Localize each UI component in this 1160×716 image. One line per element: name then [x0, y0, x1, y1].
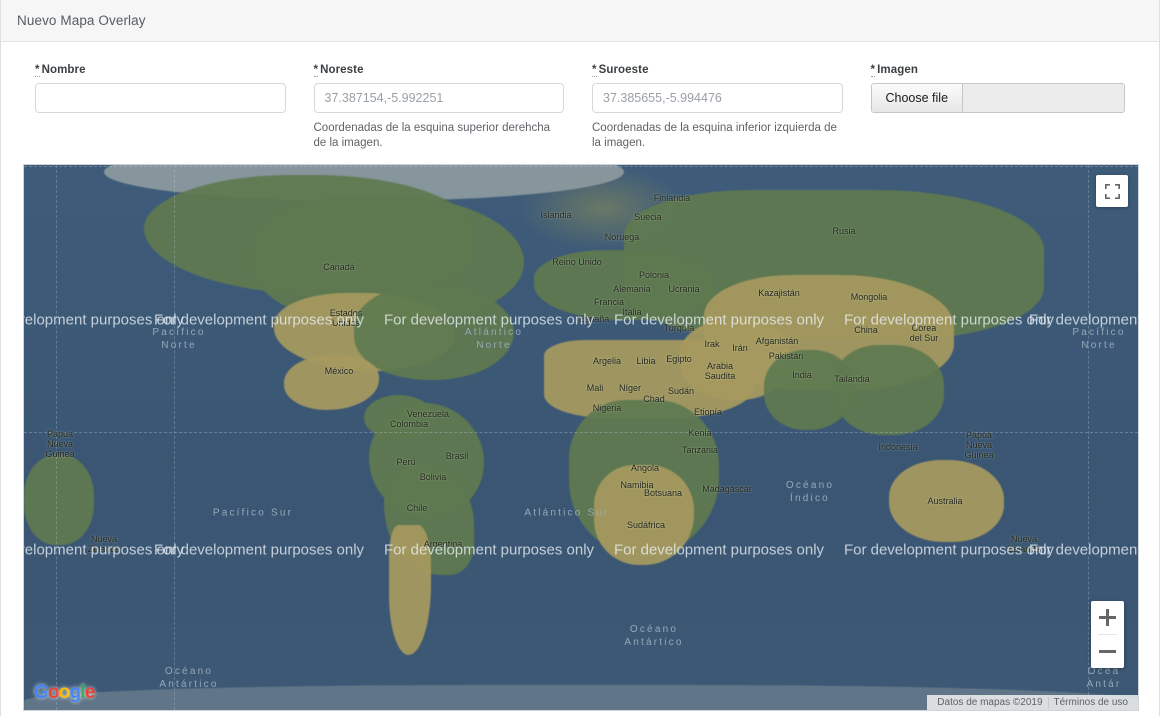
land-argentina-chile — [389, 525, 431, 655]
google-logo-letter-6: e — [84, 682, 96, 703]
graticule-north — [24, 166, 1138, 167]
land-southeast-asia — [834, 345, 944, 435]
map-watermark: For development purposes only — [1028, 541, 1138, 559]
map-label-ocean: Océano Antártico — [624, 624, 684, 648]
chosen-file-name — [963, 84, 1124, 112]
nombre-input[interactable] — [35, 83, 286, 113]
field-noreste: *Noreste Coordenadas de la esquina super… — [313, 64, 565, 164]
fullscreen-icon — [1104, 183, 1120, 199]
google-logo-letter-1: G — [34, 682, 49, 703]
map-label-country: Nueva Zelanda — [87, 534, 121, 554]
map-attribution: Datos de mapas ©2019 Términos de uso — [927, 695, 1138, 710]
terms-of-use-link[interactable]: Términos de uso — [1049, 697, 1133, 708]
graticule-meridian-3 — [1088, 165, 1089, 710]
map-label-country: Indonesia — [878, 442, 918, 452]
map-label-country: Nueva Zelanda — [1007, 534, 1041, 554]
graticule-equator — [24, 432, 1138, 433]
required-marker-imagen: * — [870, 64, 876, 77]
label-imagen: * Imagen — [870, 64, 1125, 77]
google-logo[interactable]: Google — [34, 682, 95, 704]
graticule-meridian-2 — [174, 165, 175, 710]
zoom-controls[interactable] — [1091, 601, 1124, 668]
suroeste-input[interactable] — [592, 83, 843, 113]
zoom-in-button[interactable] — [1091, 601, 1124, 634]
map-watermark: For development purposes only — [24, 311, 185, 329]
map-label-country: Islandia — [540, 210, 572, 220]
noreste-help-text: Coordenadas de la esquina superior dereh… — [313, 122, 551, 149]
overlay-form: *Nombre *Noreste Coordenadas de la esqui… — [1, 42, 1159, 164]
choose-file-button[interactable]: Choose file — [871, 84, 964, 112]
map-tiles[interactable]: Islandia Finlandia Suecia Noruega Rusia Canad… — [24, 165, 1138, 710]
required-marker-nombre: * — [35, 64, 40, 77]
google-logo-letter-2: o — [47, 682, 60, 703]
map-label-ocean: Pacífico Norte — [152, 327, 206, 351]
google-logo-letter-4: g — [69, 682, 82, 703]
land-southern-africa — [594, 465, 694, 565]
overlay-form-page: Nuevo Mapa Overlay *Nombre *Noreste Coor… — [0, 0, 1160, 716]
label-imagen-text: Imagen — [877, 64, 918, 76]
field-nombre: * Nombre — [35, 64, 286, 164]
land-usa-east — [354, 285, 514, 380]
noreste-input[interactable] — [313, 83, 564, 113]
land-australia — [889, 460, 1004, 542]
label-nombre: * Nombre — [35, 64, 286, 77]
map-label-ocean: Pacífico Norte — [1072, 327, 1126, 351]
label-noreste: * Noreste — [313, 64, 565, 77]
land-australia-wrap — [24, 455, 94, 545]
map-label-ocean: Océano Índico — [785, 480, 835, 504]
field-imagen: * Imagen Choose file — [870, 64, 1125, 164]
label-nombre-text: Nombre — [41, 64, 86, 76]
fullscreen-button[interactable] — [1096, 175, 1128, 207]
zoom-out-button[interactable] — [1091, 635, 1124, 668]
label-suroeste: * Suroeste — [592, 64, 843, 77]
google-logo-letter-3: o — [58, 682, 71, 703]
field-suroeste: *Suroeste Coordenadas de la esquina infe… — [592, 64, 843, 164]
suroeste-help-text: Coordenadas de la esquina inferior izqui… — [592, 122, 837, 149]
required-marker-noreste: * — [313, 64, 319, 77]
label-noreste-text: Noreste — [320, 64, 364, 76]
map-watermark: For development purposes only — [153, 541, 365, 559]
required-marker-suroeste: * — [592, 64, 597, 77]
map-data-attribution: Datos de mapas ©2019 — [937, 697, 1043, 708]
imagen-file-input[interactable]: Choose file — [870, 83, 1125, 113]
map-label-ocean: Océa Antár — [1086, 666, 1122, 690]
map-label-ocean: Pacífico Sur — [212, 507, 294, 519]
panel-header: Nuevo Mapa Overlay — [1, 0, 1159, 42]
map-canvas[interactable]: Islandia Finlandia Suecia Noruega Rusia Canad… — [23, 164, 1139, 710]
land-mexico — [284, 355, 379, 410]
graticule-meridian-1 — [56, 165, 57, 710]
map-bottom-border — [23, 710, 1139, 711]
map-label-country: Papúa Nueva Guinea — [964, 430, 994, 460]
label-suroeste-text: Suroeste — [598, 64, 649, 76]
map-watermark: For development purposes only — [843, 541, 1055, 559]
map-watermark: For development purposes only — [1028, 311, 1138, 329]
page-title: Nuevo Mapa Overlay — [17, 13, 146, 28]
